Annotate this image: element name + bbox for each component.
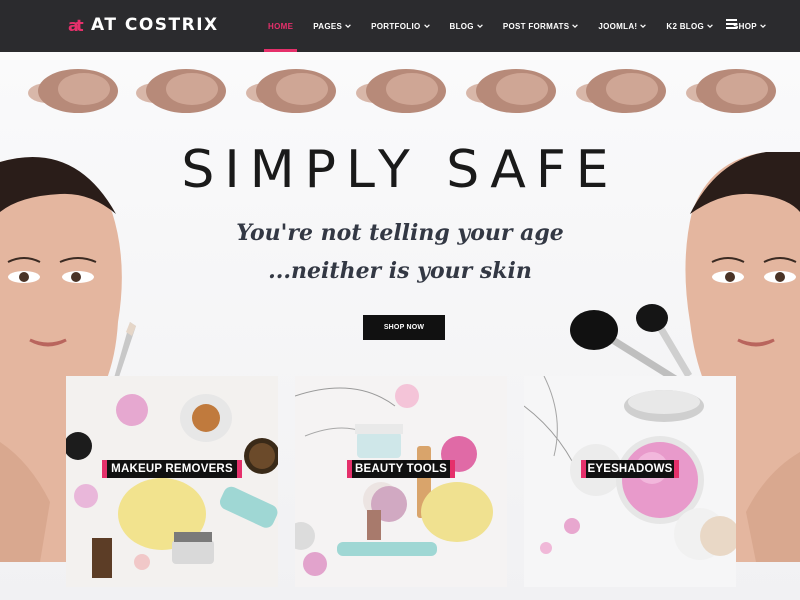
- chevron-down-icon: [476, 24, 483, 29]
- nav-item-portfolio[interactable]: PORTFOLIO: [371, 0, 430, 52]
- nav-item-label: HOME: [268, 21, 294, 31]
- nav-item-joomla[interactable]: JOOMLA!: [598, 0, 647, 52]
- powder-swatch: [28, 69, 118, 113]
- shop-now-button[interactable]: SHOP NOW: [363, 315, 445, 340]
- makeup-removers-image: [66, 376, 278, 587]
- chevron-down-icon: [640, 24, 647, 29]
- nav-item-label: POST FORMATS: [502, 21, 570, 31]
- category-card-makeup-removers[interactable]: MAKEUP REMOVERS: [66, 376, 278, 587]
- chevron-down-icon: [707, 24, 713, 29]
- logo-mark-icon: a t: [68, 16, 84, 35]
- nav-item-k2-blog[interactable]: K2 BLOG: [666, 0, 713, 52]
- nav-item-label: PORTFOLIO: [371, 21, 421, 31]
- chevron-down-icon: [572, 24, 579, 29]
- site-logo[interactable]: a t AT COSTRIX: [68, 12, 219, 38]
- category-card-beauty-tools[interactable]: BEAUTY TOOLS: [295, 376, 507, 587]
- logo-text: AT COSTRIX: [91, 15, 219, 35]
- powder-swatch: [576, 69, 666, 113]
- nav-item-label: JOOMLA!: [598, 21, 638, 31]
- nav-item-label: BLOG: [449, 21, 474, 31]
- category-label: EYESHADOWS: [581, 460, 679, 478]
- main-menu: HOME PAGES PORTFOLIO BLOG POST FORMATS JOOMLA…: [258, 0, 776, 52]
- nav-item-pages[interactable]: PAGES: [313, 0, 351, 52]
- eyeshadows-image: [524, 376, 736, 587]
- chevron-down-icon: [345, 24, 351, 29]
- powder-swatch: [466, 69, 556, 113]
- category-card-eyeshadows[interactable]: EYESHADOWS: [524, 376, 736, 587]
- hero-tagline-1: You're not telling your age: [236, 220, 564, 246]
- nav-item-post-formats[interactable]: POST FORMATS: [503, 0, 579, 52]
- hero-tagline-2: ...neither is your skin: [268, 258, 532, 284]
- powder-swatch: [246, 69, 336, 113]
- powder-swatch: [356, 69, 446, 113]
- nav-item-shop[interactable]: SHOP: [733, 0, 766, 52]
- chevron-down-icon: [423, 24, 430, 29]
- makeup-brush-left: [114, 322, 136, 380]
- hamburger-icon[interactable]: [726, 19, 737, 31]
- nav-item-label: K2 BLOG: [666, 21, 705, 31]
- beauty-tools-image: [295, 376, 507, 587]
- hero-banner: SIMPLY SAFE You're not telling your age …: [0, 52, 800, 600]
- nav-item-label: PAGES: [313, 21, 343, 31]
- powder-swatch: [136, 69, 226, 113]
- powder-swatch: [686, 69, 776, 113]
- svg-text:t: t: [76, 16, 84, 35]
- category-label: BEAUTY TOOLS: [347, 460, 455, 478]
- chevron-down-icon: [760, 24, 766, 29]
- hero-headline: SIMPLY SAFE: [181, 140, 619, 200]
- top-navbar: a t AT COSTRIX HOME PAGES PORTFOLIO BLOG POS…: [0, 0, 800, 52]
- nav-item-blog[interactable]: BLOG: [450, 0, 483, 52]
- nav-item-home[interactable]: HOME: [263, 0, 298, 52]
- category-label: MAKEUP REMOVERS: [102, 460, 242, 478]
